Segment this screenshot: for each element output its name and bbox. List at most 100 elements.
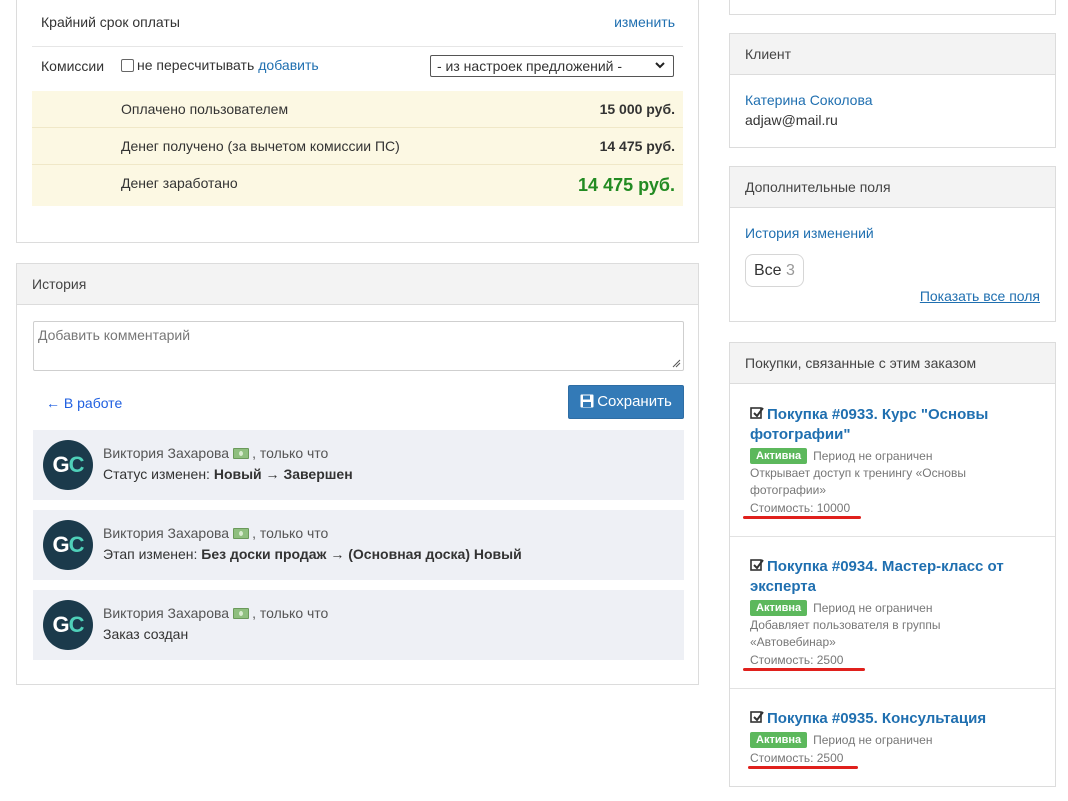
chevron-down-icon — [655, 62, 665, 69]
highlight-underline — [743, 516, 861, 519]
earned-value: 14 475 руб. — [578, 175, 675, 195]
no-recalc-control: не пересчитывать добавить — [121, 57, 319, 73]
purchase-title-link[interactable]: Покупка #0933. Курс "Основы фотографии" — [750, 405, 1020, 445]
history-entry: GC Виктория Захарова , только что Статус … — [33, 430, 684, 500]
money-label: Денег заработано — [121, 175, 238, 191]
entry-text: Заказ создан — [103, 626, 188, 642]
client-email: adjaw@mail.ru — [745, 112, 838, 128]
money-value: 15 000 руб. — [599, 101, 675, 117]
entry-time: , только что — [252, 525, 329, 541]
money-label: Оплачено пользователем — [121, 101, 289, 117]
status-badge: Активна — [750, 600, 808, 616]
purchase-cost: Стоимость: 2500 — [750, 653, 844, 667]
commission-label: Комиссии — [41, 58, 105, 74]
checkbox-checked-icon — [750, 559, 764, 571]
author-name: Виктория Захарова — [103, 445, 230, 461]
avatar: GC — [43, 440, 93, 490]
earned-row: Денег заработано 14 475 руб. — [32, 165, 683, 206]
status-badge: Активна — [750, 732, 808, 748]
deadline-label: Крайний срок оплаты — [41, 14, 180, 30]
entry-text: Этап изменен: Без доски продаж → (Основн… — [103, 546, 522, 562]
purchase-item: Покупка #0935. Консультация Активна Перио… — [730, 689, 1055, 788]
purchase-description: Открывает доступ к тренингу «Основы фото… — [750, 466, 966, 497]
author-name: Виктория Захарова — [103, 605, 230, 621]
entry-prefix: Этап изменен: — [103, 546, 202, 562]
period-text: Период не ограничен — [813, 449, 933, 463]
client-panel: Клиент Катерина Соколова adjaw@mail.ru — [729, 33, 1056, 148]
period-text: Период не ограничен — [813, 601, 933, 615]
order-payment-panel: Крайний срок оплаты изменить Комиссии не… — [16, 0, 699, 243]
period-text: Период не ограничен — [813, 733, 933, 747]
show-all-fields-link[interactable]: Показать все поля — [920, 288, 1040, 304]
avatar: GC — [43, 520, 93, 570]
tag-filter-all[interactable]: Все 3 — [745, 254, 804, 287]
purchase-cost: Стоимость: 2500 — [750, 751, 844, 765]
commission-settings-select[interactable]: - из настроек предложений - — [430, 55, 674, 77]
checkbox-checked-icon — [750, 407, 764, 419]
back-to-work-link[interactable]: ← В работе — [46, 395, 122, 411]
save-label: Сохранить — [597, 393, 672, 410]
money-summary: Оплачено пользователем 15 000 руб. Денег… — [32, 91, 683, 206]
entry-meta: Виктория Захарова , только что — [103, 605, 328, 621]
purchase-status: Активна Период не ограничен — [750, 732, 932, 748]
purchase-title: Покупка #0934. Мастер-класс от эксперта — [750, 558, 1004, 595]
no-recalc-label: не пересчитывать — [137, 57, 255, 73]
related-purchases-panel: Покупки, связанные с этим заказом Покупк… — [729, 342, 1056, 787]
purchase-item: Покупка #0934. Мастер-класс от эксперта … — [730, 537, 1055, 689]
entry-time: , только что — [252, 445, 329, 461]
entry-time: , только что — [252, 605, 329, 621]
purchase-description: Добавляет пользователя в группы «Автовеб… — [750, 618, 941, 649]
comment-placeholder: Добавить комментарий — [38, 327, 191, 343]
entry-meta: Виктория Захарова , только что — [103, 445, 328, 461]
paid-row: Оплачено пользователем 15 000 руб. — [32, 91, 683, 128]
purchase-status: Активна Период не ограничен — [750, 448, 932, 464]
entry-meta: Виктория Захарова , только что — [103, 525, 328, 541]
change-deadline-link[interactable]: изменить — [614, 14, 675, 30]
entry-prefix: Заказ создан — [103, 626, 189, 642]
extra-fields-title: Дополнительные поля — [730, 167, 1055, 208]
purchase-title-link[interactable]: Покупка #0935. Консультация — [750, 709, 1020, 729]
avatar: GC — [43, 600, 93, 650]
tag-count: 3 — [786, 262, 795, 279]
purchase-title: Покупка #0933. Курс "Основы фотографии" — [750, 406, 989, 443]
history-panel: История Добавить комментарий ← В работе … — [16, 263, 699, 685]
extra-fields-panel: Дополнительные поля История изменений Вс… — [729, 166, 1056, 322]
status-badge: Активна — [750, 448, 808, 464]
purchase-status: Активна Период не ограничен — [750, 600, 932, 616]
save-button[interactable]: Сохранить — [568, 385, 684, 419]
entry-text: Статус изменен: Новый → Завершен — [103, 466, 353, 482]
change-history-link[interactable]: История изменений — [745, 225, 874, 241]
highlight-underline — [743, 668, 865, 671]
money-icon — [233, 608, 250, 619]
money-icon — [233, 448, 250, 459]
received-row: Денег получено (за вычетом комиссии ПС) … — [32, 128, 683, 165]
tag-label: Все — [754, 262, 782, 279]
entry-change: Без доски продаж → (Основная доска) Новы… — [201, 546, 522, 562]
history-entry: GC Виктория Захарова , только что Заказ с… — [33, 590, 684, 660]
client-title: Клиент — [730, 34, 1055, 75]
purchases-title: Покупки, связанные с этим заказом — [730, 343, 1055, 384]
resize-handle-icon[interactable] — [672, 359, 681, 368]
highlight-underline — [748, 766, 858, 769]
floppy-icon — [580, 394, 594, 408]
entry-prefix: Статус изменен: — [103, 466, 214, 482]
comment-input[interactable]: Добавить комментарий — [33, 321, 684, 371]
history-title: История — [17, 264, 698, 305]
top-right-panel-edge — [729, 0, 1056, 15]
purchase-item: Покупка #0933. Курс "Основы фотографии" … — [730, 385, 1055, 537]
select-value: - из настроек предложений - — [437, 58, 623, 74]
money-label: Денег получено (за вычетом комиссии ПС) — [121, 138, 400, 154]
client-name-link[interactable]: Катерина Соколова — [745, 92, 873, 108]
no-recalc-checkbox[interactable] — [121, 58, 134, 72]
purchase-title-link[interactable]: Покупка #0934. Мастер-класс от эксперта — [750, 557, 1020, 597]
add-commission-link[interactable]: добавить — [258, 57, 318, 73]
commission-row: Комиссии не пересчитывать добавить - из … — [32, 47, 683, 91]
money-icon — [233, 528, 250, 539]
entry-change: Новый → Завершен — [213, 466, 353, 482]
money-value: 14 475 руб. — [599, 138, 675, 154]
deadline-row: Крайний срок оплаты изменить — [32, 0, 683, 47]
author-name: Виктория Захарова — [103, 525, 230, 541]
history-entry: GC Виктория Захарова , только что Этап из… — [33, 510, 684, 580]
checkbox-checked-icon — [750, 711, 764, 723]
purchase-title: Покупка #0935. Консультация — [767, 710, 987, 727]
